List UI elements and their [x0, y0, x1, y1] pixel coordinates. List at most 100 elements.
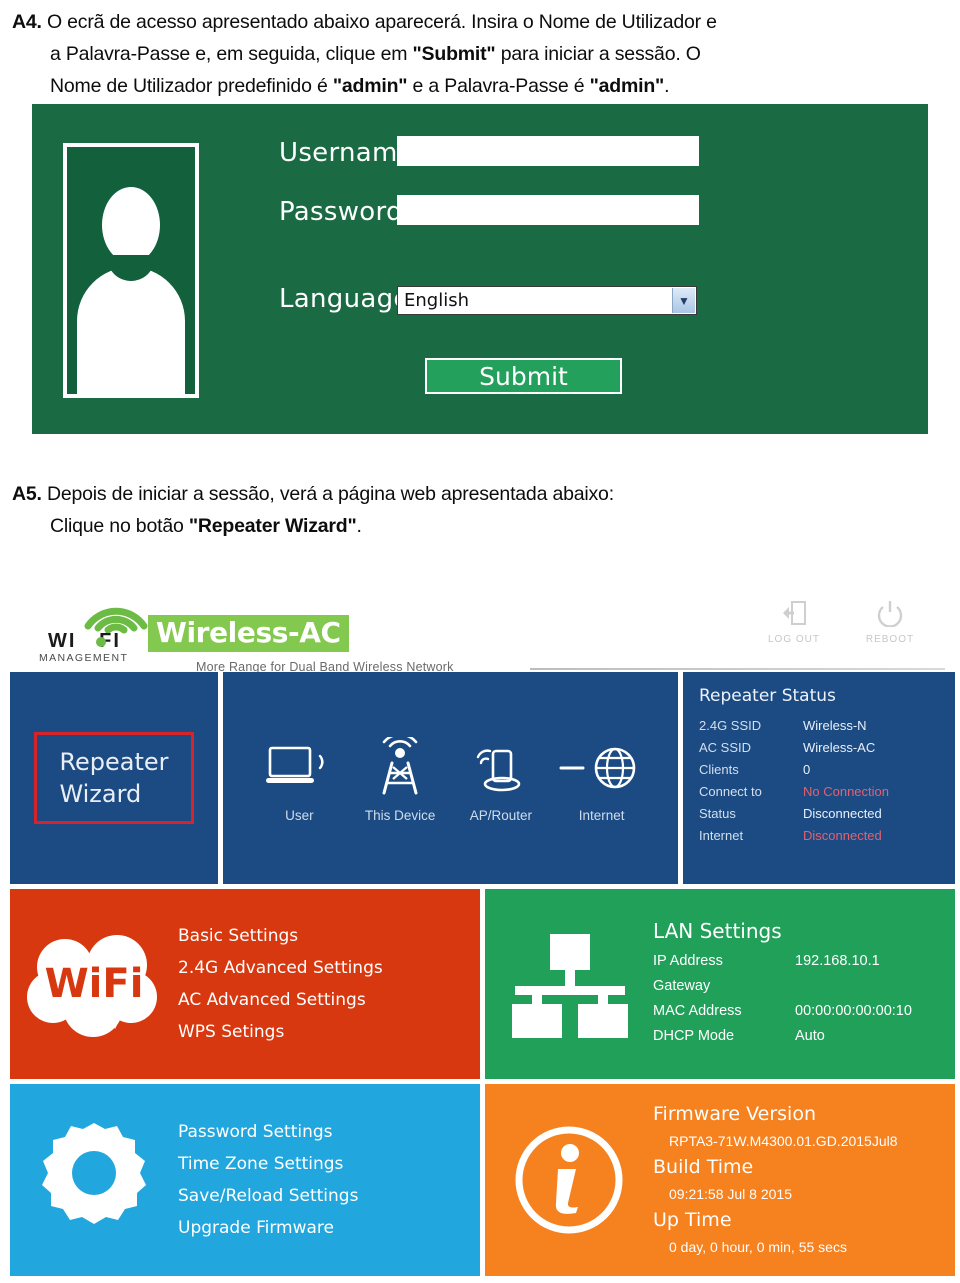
lan-value: 192.168.10.1: [795, 953, 880, 969]
info-icon: [485, 1119, 653, 1241]
wifi-settings-tile: WiFi Basic Settings 2.4G Advanced Settin…: [10, 889, 480, 1079]
status-row: AC SSID Wireless-AC: [699, 737, 955, 759]
instruction-a4-submit-word: "Submit": [412, 43, 496, 65]
instruction-a4-line2-post: para iniciar a sessão. O: [495, 43, 701, 65]
login-screen: Username Password Language English ▼ Sub…: [32, 104, 928, 434]
network-topology-tile: User This Device AP/Router Internet: [223, 672, 678, 884]
status-row: Connect to No Connection: [699, 781, 955, 803]
instruction-a5-marker: A5.: [12, 483, 42, 505]
avatar-body-shape: [77, 267, 185, 397]
instruction-a5-line1: Depois de iniciar a sessão, verá a págin…: [46, 483, 614, 505]
status-key: 2.4G SSID: [699, 718, 762, 733]
instruction-a4-admin-user: "admin": [332, 75, 408, 97]
instruction-a5: A5. Depois de iniciar a sessão, verá a p…: [12, 478, 942, 542]
menu-item-upgrade-firmware[interactable]: Upgrade Firmware: [178, 1212, 358, 1244]
topology-nodes: User This Device AP/Router Internet: [223, 730, 678, 823]
repeater-wizard-line2: Wizard: [59, 780, 142, 808]
firmware-version-label: Firmware Version: [653, 1102, 816, 1125]
menu-item-password-settings[interactable]: Password Settings: [178, 1116, 358, 1148]
network-tree-icon: [485, 928, 653, 1040]
status-row: Clients 0: [699, 759, 955, 781]
topology-node-ap-router: AP/Router: [451, 730, 552, 823]
reboot-label: REBOOT: [865, 634, 915, 645]
lan-key: Gateway: [653, 978, 711, 994]
status-row: Status Disconnected: [699, 803, 955, 825]
menu-item-save-reload-settings[interactable]: Save/Reload Settings: [178, 1180, 358, 1212]
password-input[interactable]: [397, 195, 699, 225]
instruction-a4-admin-pass: "admin": [589, 75, 665, 97]
language-select[interactable]: English ▼: [397, 286, 697, 315]
instruction-a5-line2-pre: Clique no botão: [50, 515, 189, 537]
gear-icon: [10, 1115, 178, 1245]
brand-management-text: MANAGEMENT: [39, 652, 129, 664]
up-time-label: Up Time: [653, 1208, 732, 1231]
status-key: AC SSID: [699, 740, 752, 755]
reboot-button[interactable]: REBOOT: [859, 596, 921, 645]
svg-text:WiFi: WiFi: [45, 961, 144, 1007]
lan-value: 00:00:00:00:00:10: [795, 1003, 912, 1019]
build-time-label: Build Time: [653, 1155, 754, 1178]
instruction-a4: A4. O ecrã de acesso apresentado abaixo …: [12, 6, 942, 102]
topology-label-internet: Internet: [578, 808, 625, 823]
lan-details: LAN Settings IP Address 192.168.10.1 Gat…: [653, 919, 912, 1049]
status-value: Wireless-N: [803, 718, 867, 733]
username-input[interactable]: [397, 136, 699, 166]
avatar: [63, 143, 199, 398]
instruction-a4-line3-post: .: [664, 75, 670, 97]
repeater-wizard-button[interactable]: Repeater Wizard: [34, 732, 194, 824]
status-value: Disconnected: [803, 806, 882, 821]
menu-item-time-zone-settings[interactable]: Time Zone Settings: [178, 1148, 358, 1180]
build-time-value: 09:21:58 Jul 8 2015: [669, 1185, 792, 1202]
document-page: A4. O ecrã de acesso apresentado abaixo …: [0, 0, 960, 1283]
menu-item-24g-advanced-settings[interactable]: 2.4G Advanced Settings: [178, 952, 383, 984]
globe-icon: [551, 730, 652, 806]
menu-item-ac-advanced-settings[interactable]: AC Advanced Settings: [178, 984, 383, 1016]
topology-node-device: This Device: [350, 730, 451, 823]
status-value: Disconnected: [803, 828, 882, 843]
status-value: Wireless-AC: [803, 740, 876, 755]
product-name: Wireless-AC: [148, 615, 349, 652]
logout-icon: [763, 596, 825, 630]
language-selected-value: English: [404, 290, 469, 311]
menu-item-basic-settings[interactable]: Basic Settings: [178, 920, 383, 952]
topology-node-user: User: [249, 730, 350, 823]
status-key: Connect to: [699, 784, 762, 799]
menu-item-wps-settings[interactable]: WPS Setings: [178, 1016, 383, 1048]
instruction-a4-line3-mid: e a Palavra-Passe é: [407, 75, 590, 97]
lan-key: MAC Address: [653, 1003, 742, 1019]
lan-key: IP Address: [653, 953, 723, 969]
status-row: Internet Disconnected: [699, 825, 955, 847]
instruction-a4-marker: A4.: [12, 11, 42, 33]
router-admin-screenshot: WI FI MANAGEMENT Wireless-AC More Range …: [10, 584, 955, 1279]
language-label: Language: [279, 284, 410, 314]
antenna-tower-icon: [350, 730, 451, 806]
header-actions: LOG OUT REBOOT: [763, 596, 921, 645]
lan-settings-title: LAN Settings: [653, 919, 782, 943]
status-key: Status: [699, 806, 736, 821]
submit-button[interactable]: Submit: [425, 358, 622, 394]
firmware-details: Firmware Version RPTA3-71W.M4300.01.GD.2…: [653, 1101, 898, 1260]
avatar-head-shape: [102, 187, 160, 263]
dashboard-row-3: Password Settings Time Zone Settings Sav…: [10, 1084, 955, 1276]
system-settings-tile: Password Settings Time Zone Settings Sav…: [10, 1084, 480, 1276]
logout-button[interactable]: LOG OUT: [763, 596, 825, 645]
topology-label-device: This Device: [364, 808, 436, 823]
brand-dot-icon: [96, 637, 106, 647]
lan-row: DHCP Mode Auto: [653, 1024, 912, 1049]
status-value: No Connection: [803, 784, 889, 799]
lan-row: Gateway: [653, 974, 912, 999]
lan-value: Auto: [795, 1028, 825, 1044]
firmware-version-value: RPTA3-71W.M4300.01.GD.2015Jul8: [669, 1132, 898, 1149]
repeater-status-title: Repeater Status: [699, 686, 836, 706]
lan-row: IP Address 192.168.10.1: [653, 949, 912, 974]
status-value: 0: [803, 762, 811, 777]
instruction-a5-wizard-word: "Repeater Wizard": [188, 515, 357, 537]
logout-label: LOG OUT: [767, 634, 820, 645]
repeater-wizard-tile[interactable]: Repeater Wizard: [10, 672, 218, 884]
instruction-a5-line2-post: .: [356, 515, 362, 537]
header-divider: [530, 668, 945, 670]
topology-node-internet: Internet: [551, 730, 652, 823]
instruction-a4-line1: O ecrã de acesso apresentado abaixo apar…: [46, 11, 717, 33]
power-icon: [859, 596, 921, 630]
wifi-menu-list: Basic Settings 2.4G Advanced Settings AC…: [178, 920, 383, 1048]
